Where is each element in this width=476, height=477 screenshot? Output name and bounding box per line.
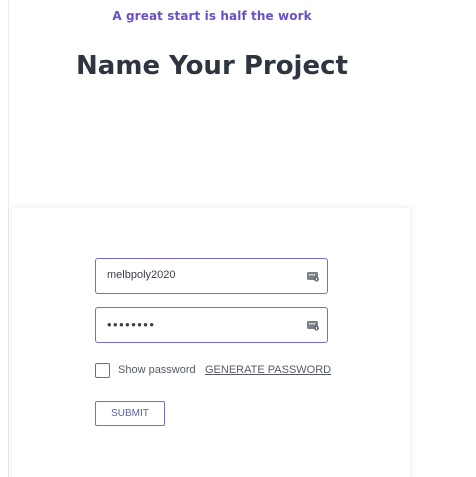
tagline: A great start is half the work <box>112 9 312 23</box>
submit-button[interactable]: SUBMIT <box>95 401 165 426</box>
password-field[interactable]: •••••••• <box>95 307 328 343</box>
username-value: melbpoly2020 <box>107 269 176 281</box>
show-password-label[interactable]: Show password <box>118 364 196 376</box>
page-title: Name Your Project <box>76 51 348 81</box>
password-value: •••••••• <box>107 317 156 332</box>
generate-password-link[interactable]: GENERATE PASSWORD <box>205 364 331 376</box>
password-key-icon[interactable] <box>307 320 319 331</box>
show-password-checkbox[interactable] <box>95 363 110 378</box>
username-field[interactable]: melbpoly2020 <box>95 258 328 294</box>
page: A great start is half the work Name Your… <box>0 0 476 477</box>
password-key-icon[interactable] <box>307 271 319 282</box>
